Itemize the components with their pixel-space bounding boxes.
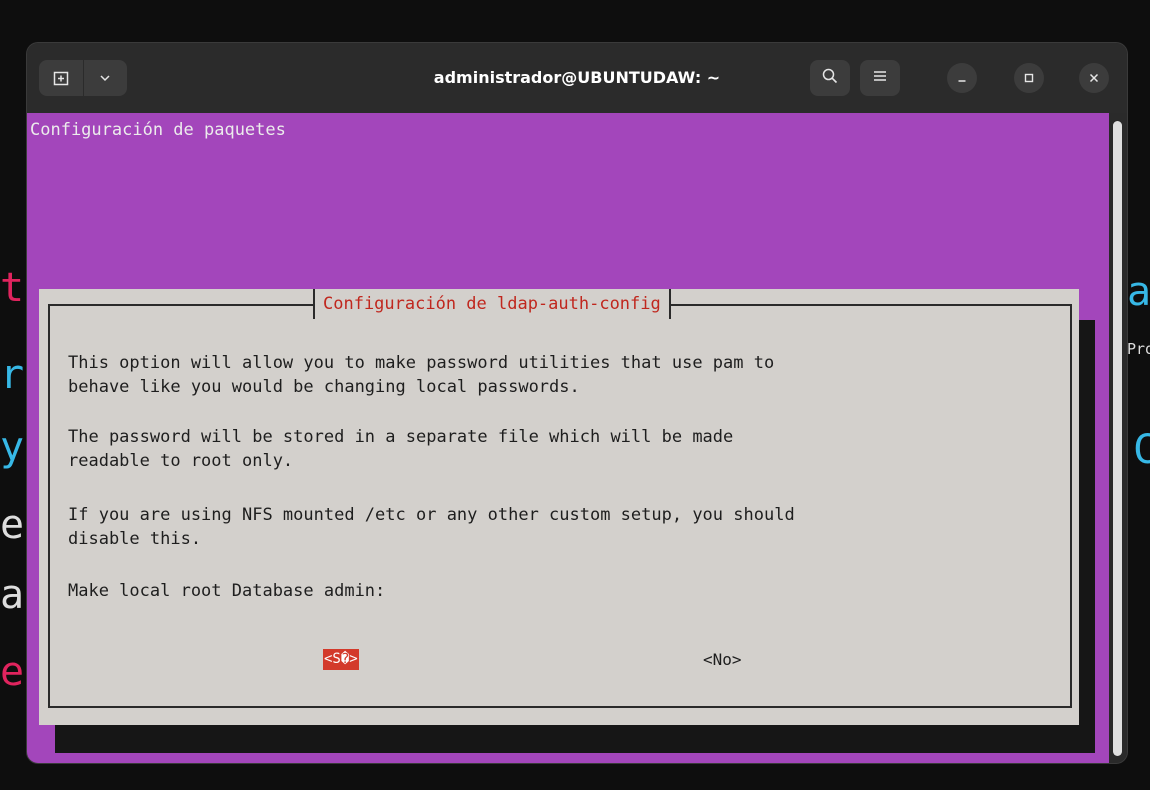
search-button[interactable] xyxy=(810,60,850,96)
close-button[interactable] xyxy=(1079,63,1109,93)
dialog-title: Configuración de ldap-auth-config xyxy=(313,289,671,319)
dialog-text-line: readable to root only. xyxy=(68,451,294,471)
maximize-icon xyxy=(1023,69,1035,88)
hamburger-menu-icon xyxy=(872,68,888,88)
bg-glyph: Pro xyxy=(1127,340,1150,358)
bg-glyph: a xyxy=(1127,269,1150,315)
yes-button[interactable]: <S�> xyxy=(323,649,359,670)
window-header: administrador@UBUNTUDAW: ~ xyxy=(27,43,1127,113)
new-tab-icon[interactable] xyxy=(39,60,84,96)
maximize-button[interactable] xyxy=(1014,63,1044,93)
bg-glyph: r xyxy=(0,352,25,398)
no-button[interactable]: <No> xyxy=(703,649,742,670)
bg-glyph: C xyxy=(1133,427,1150,473)
bg-glyph: e xyxy=(0,502,25,548)
bg-glyph: a xyxy=(0,572,25,618)
dialog-text-line: If you are using NFS mounted /etc or any… xyxy=(68,505,795,525)
dialog-text-line: This option will allow you to make passw… xyxy=(68,353,775,373)
minimize-icon xyxy=(956,69,968,88)
bg-glyph: t xyxy=(0,265,25,311)
menu-button[interactable] xyxy=(860,60,900,96)
dialog-text-line: behave like you would be changing local … xyxy=(68,377,580,397)
terminal-window: administrador@UBUNTUDAW: ~ Configuración… xyxy=(27,43,1127,763)
dialog-text-line: The password will be stored in a separat… xyxy=(68,427,734,447)
package-config-header: Configuración de paquetes xyxy=(30,120,286,140)
bg-glyph: y xyxy=(0,424,25,470)
search-icon xyxy=(822,68,838,88)
chevron-down-icon[interactable] xyxy=(84,60,128,96)
scrollbar-thumb[interactable] xyxy=(1113,121,1122,756)
minimize-button[interactable] xyxy=(947,63,977,93)
new-tab-group xyxy=(39,60,127,96)
terminal-area[interactable]: Configuración de paquetes Configuración … xyxy=(27,113,1109,763)
window-title: administrador@UBUNTUDAW: ~ xyxy=(433,68,721,87)
bg-glyph: e xyxy=(0,649,25,695)
close-icon xyxy=(1088,69,1100,88)
dialog-text-line: disable this. xyxy=(68,529,202,549)
config-dialog: Configuración de ldap-auth-config This o… xyxy=(39,289,1079,725)
dialog-prompt: Make local root Database admin: xyxy=(68,581,386,601)
